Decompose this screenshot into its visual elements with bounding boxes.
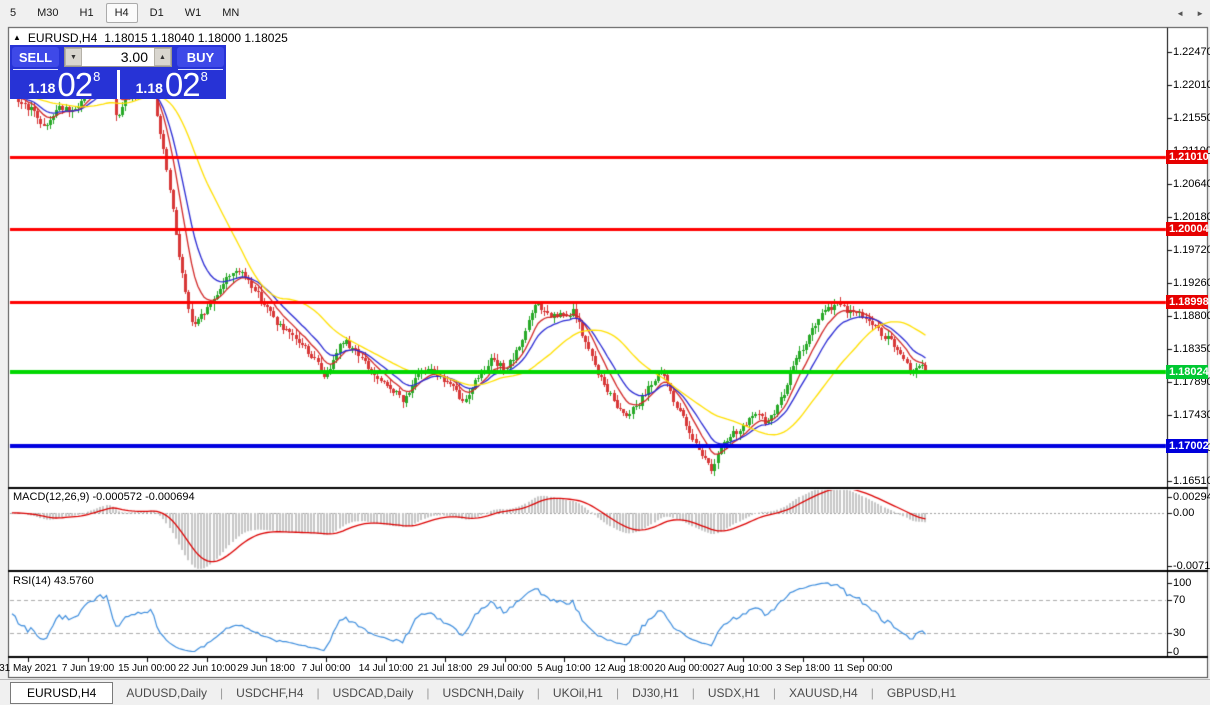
- timeframe-button-m30[interactable]: M30: [28, 3, 67, 23]
- timeframe-toolbar: 5M30H1H4D1W1MN: [0, 0, 1210, 26]
- bid-price: 1.18 02 8: [12, 70, 117, 99]
- date-label: 3 Sep 18:00: [776, 663, 830, 674]
- date-label: 31 May 2021: [0, 663, 57, 674]
- tab-eurusd[interactable]: EURUSD,H4: [10, 682, 113, 704]
- price-axis-label: 1.22010: [1173, 79, 1210, 91]
- macd-axis-label: 0.00: [1173, 507, 1194, 519]
- timeframe-button-d1[interactable]: D1: [141, 3, 173, 23]
- rsi-axis-label: 100: [1173, 577, 1191, 589]
- macd-axis-label: -0.007151: [1173, 560, 1210, 572]
- tab-scroll-right-icon[interactable]: ►: [1196, 9, 1204, 18]
- price-level-badge: 1.21010: [1166, 150, 1208, 164]
- buy-button[interactable]: BUY: [177, 47, 224, 67]
- date-label: 29 Jul 00:00: [478, 663, 533, 674]
- ask-price-pipette: 8: [201, 70, 208, 83]
- timeframe-button-h1[interactable]: H1: [71, 3, 103, 23]
- rsi-axis-label: 70: [1173, 594, 1185, 606]
- date-label: 15 Jun 00:00: [118, 663, 176, 674]
- timeframe-button-5[interactable]: 5: [1, 3, 25, 23]
- collapse-icon[interactable]: ▲: [13, 32, 21, 44]
- tab-usdx[interactable]: USDX,H1: [695, 682, 773, 704]
- price-axis-label: 1.17430: [1173, 409, 1210, 421]
- price-axis-label: 1.20640: [1173, 178, 1210, 190]
- tab-dj30[interactable]: DJ30,H1: [619, 682, 692, 704]
- trade-panel-quotes: 1.18 02 8 1.18 02 8: [12, 70, 224, 99]
- volume-decrease-icon[interactable]: ▼: [65, 48, 82, 66]
- sell-button[interactable]: SELL: [12, 47, 59, 67]
- timeframe-button-w1[interactable]: W1: [176, 3, 211, 23]
- date-label: 14 Jul 10:00: [359, 663, 414, 674]
- price-axis-label: 1.16510: [1173, 475, 1210, 487]
- price-axis-label: 1.21550: [1173, 112, 1210, 124]
- date-label: 27 Aug 10:00: [714, 663, 773, 674]
- date-label: 22 Jun 10:00: [178, 663, 236, 674]
- date-label: 29 Jun 18:00: [237, 663, 295, 674]
- rsi-axis-label: 0: [1173, 646, 1179, 658]
- bid-price-prefix: 1.18: [28, 81, 55, 98]
- chart-title-bar: ▲ EURUSD,H4 1.18015 1.18040 1.18000 1.18…: [13, 31, 288, 45]
- timeframe-button-mn[interactable]: MN: [213, 3, 248, 23]
- volume-spinner: ▼ 3.00 ▲: [64, 47, 172, 67]
- tab-gbpusd[interactable]: GBPUSD,H1: [874, 682, 969, 704]
- ask-price-prefix: 1.18: [136, 81, 163, 98]
- price-axis-label: 1.19260: [1173, 277, 1210, 289]
- bid-price-main: 02: [57, 71, 92, 98]
- metatrader-window: 5M30H1H4D1W1MN ▲ EURUSD,H4 1.18015 1.180…: [0, 0, 1210, 705]
- price-axis-label: 1.18800: [1173, 310, 1210, 322]
- price-level-badge: 1.18024: [1166, 365, 1208, 379]
- tab-ukoil[interactable]: UKOil,H1: [540, 682, 616, 704]
- date-label: 5 Aug 10:00: [537, 663, 590, 674]
- tab-usdchf[interactable]: USDCHF,H4: [223, 682, 316, 704]
- macd-axis-label: 0.002947: [1173, 491, 1210, 503]
- tab-audusd[interactable]: AUDUSD,Daily: [113, 682, 220, 704]
- tab-scroll-nav: ◄ ►: [1176, 9, 1204, 18]
- symbol-tab-bar: EURUSD,H4AUDUSD,Daily|USDCHF,H4|USDCAD,D…: [0, 679, 1210, 705]
- tab-scroll-left-icon[interactable]: ◄: [1176, 9, 1184, 18]
- chart-symbol-label: EURUSD,H4: [28, 31, 97, 45]
- volume-increase-icon[interactable]: ▲: [154, 48, 171, 66]
- chart-canvas[interactable]: [0, 0, 1210, 705]
- rsi-axis-label: 30: [1173, 627, 1185, 639]
- date-label: 7 Jun 19:00: [62, 663, 114, 674]
- trade-panel-top-row: SELL ▼ 3.00 ▲ BUY: [12, 47, 224, 67]
- price-level-badge: 1.18998: [1166, 295, 1208, 309]
- price-axis-label: 1.19720: [1173, 244, 1210, 256]
- date-label: 12 Aug 18:00: [595, 663, 654, 674]
- tab-usdcnh[interactable]: USDCNH,Daily: [429, 682, 536, 704]
- macd-indicator-label: MACD(12,26,9) -0.000572 -0.000694: [13, 491, 195, 503]
- tab-xauusd[interactable]: XAUUSD,H4: [776, 682, 871, 704]
- date-label: 11 Sep 00:00: [834, 663, 893, 674]
- price-level-badge: 1.20004: [1166, 222, 1208, 236]
- date-label: 20 Aug 00:00: [655, 663, 714, 674]
- timeframe-button-h4[interactable]: H4: [106, 3, 138, 23]
- price-level-badge: 1.17002: [1166, 439, 1208, 453]
- chart-ohlc-values: 1.18015 1.18040 1.18000 1.18025: [104, 31, 288, 45]
- bid-price-pipette: 8: [93, 70, 100, 83]
- date-label: 21 Jul 18:00: [418, 663, 473, 674]
- price-axis-label: 1.22470: [1173, 46, 1210, 58]
- price-axis-label: 1.18350: [1173, 343, 1210, 355]
- volume-input[interactable]: 3.00: [82, 48, 154, 66]
- one-click-trading-panel: SELL ▼ 3.00 ▲ BUY 1.18 02 8 1.18 02 8: [10, 45, 226, 99]
- tab-usdcad[interactable]: USDCAD,Daily: [320, 682, 427, 704]
- rsi-indicator-label: RSI(14) 43.5760: [13, 575, 94, 587]
- date-label: 7 Jul 00:00: [302, 663, 351, 674]
- ask-price-main: 02: [165, 71, 200, 98]
- ask-price: 1.18 02 8: [120, 70, 225, 99]
